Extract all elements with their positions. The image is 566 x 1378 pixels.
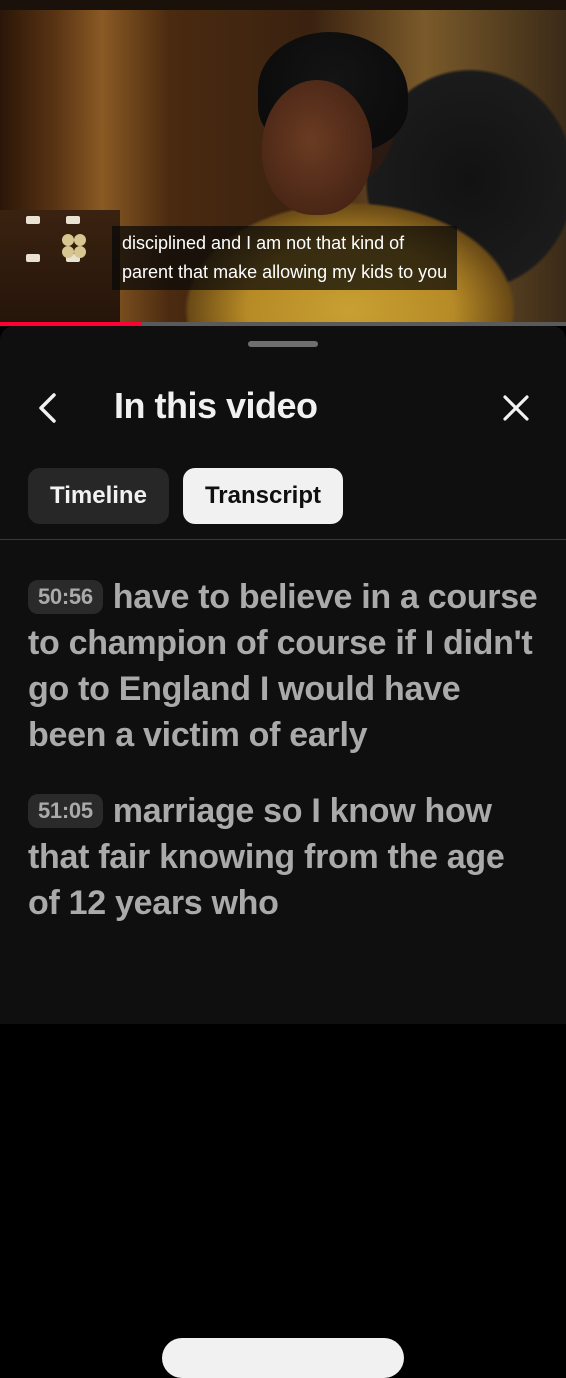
transcript-segment-text-block: 51:05 marriage so I know how that fair kn… [28, 788, 538, 926]
close-button[interactable] [490, 382, 542, 434]
close-icon [503, 395, 529, 421]
video-person-face [262, 80, 372, 215]
jump-to-current-button[interactable] [162, 1338, 404, 1378]
tab-timeline[interactable]: Timeline [28, 468, 169, 524]
drag-handle[interactable] [248, 341, 318, 347]
divider [0, 539, 566, 540]
in-this-video-panel: In this video Timeline Transcript 50:56 h… [0, 326, 566, 1378]
chevron-left-icon [39, 393, 56, 423]
panel-title: In this video [114, 385, 318, 426]
tab-transcript[interactable]: Transcript [182, 468, 343, 524]
transcript-list: 50:56 have to believe in a course to cham… [28, 574, 538, 956]
transcript-segment-text-block: 50:56 have to believe in a course to cham… [28, 574, 538, 758]
transcript-text: have to believe in a course to champion … [28, 578, 538, 754]
video-background-shelf [0, 210, 120, 326]
channel-watermark-icon [62, 234, 86, 258]
caption-line: disciplined and I am not that kind of [122, 233, 405, 253]
panel-tabs: Timeline Transcript [28, 468, 343, 524]
video-captions: disciplined and I am not that kind of pa… [112, 226, 458, 290]
transcript-segment[interactable]: 51:05 marriage so I know how that fair kn… [28, 788, 538, 926]
caption-line: parent that make allowing my kids to you [122, 262, 448, 282]
timestamp-badge[interactable]: 51:05 [28, 794, 103, 828]
timestamp-badge[interactable]: 50:56 [28, 580, 103, 614]
video-player[interactable]: disciplined and I am not that kind of pa… [0, 0, 566, 326]
transcript-segment[interactable]: 50:56 have to believe in a course to cham… [28, 574, 538, 758]
back-button[interactable] [22, 382, 74, 434]
